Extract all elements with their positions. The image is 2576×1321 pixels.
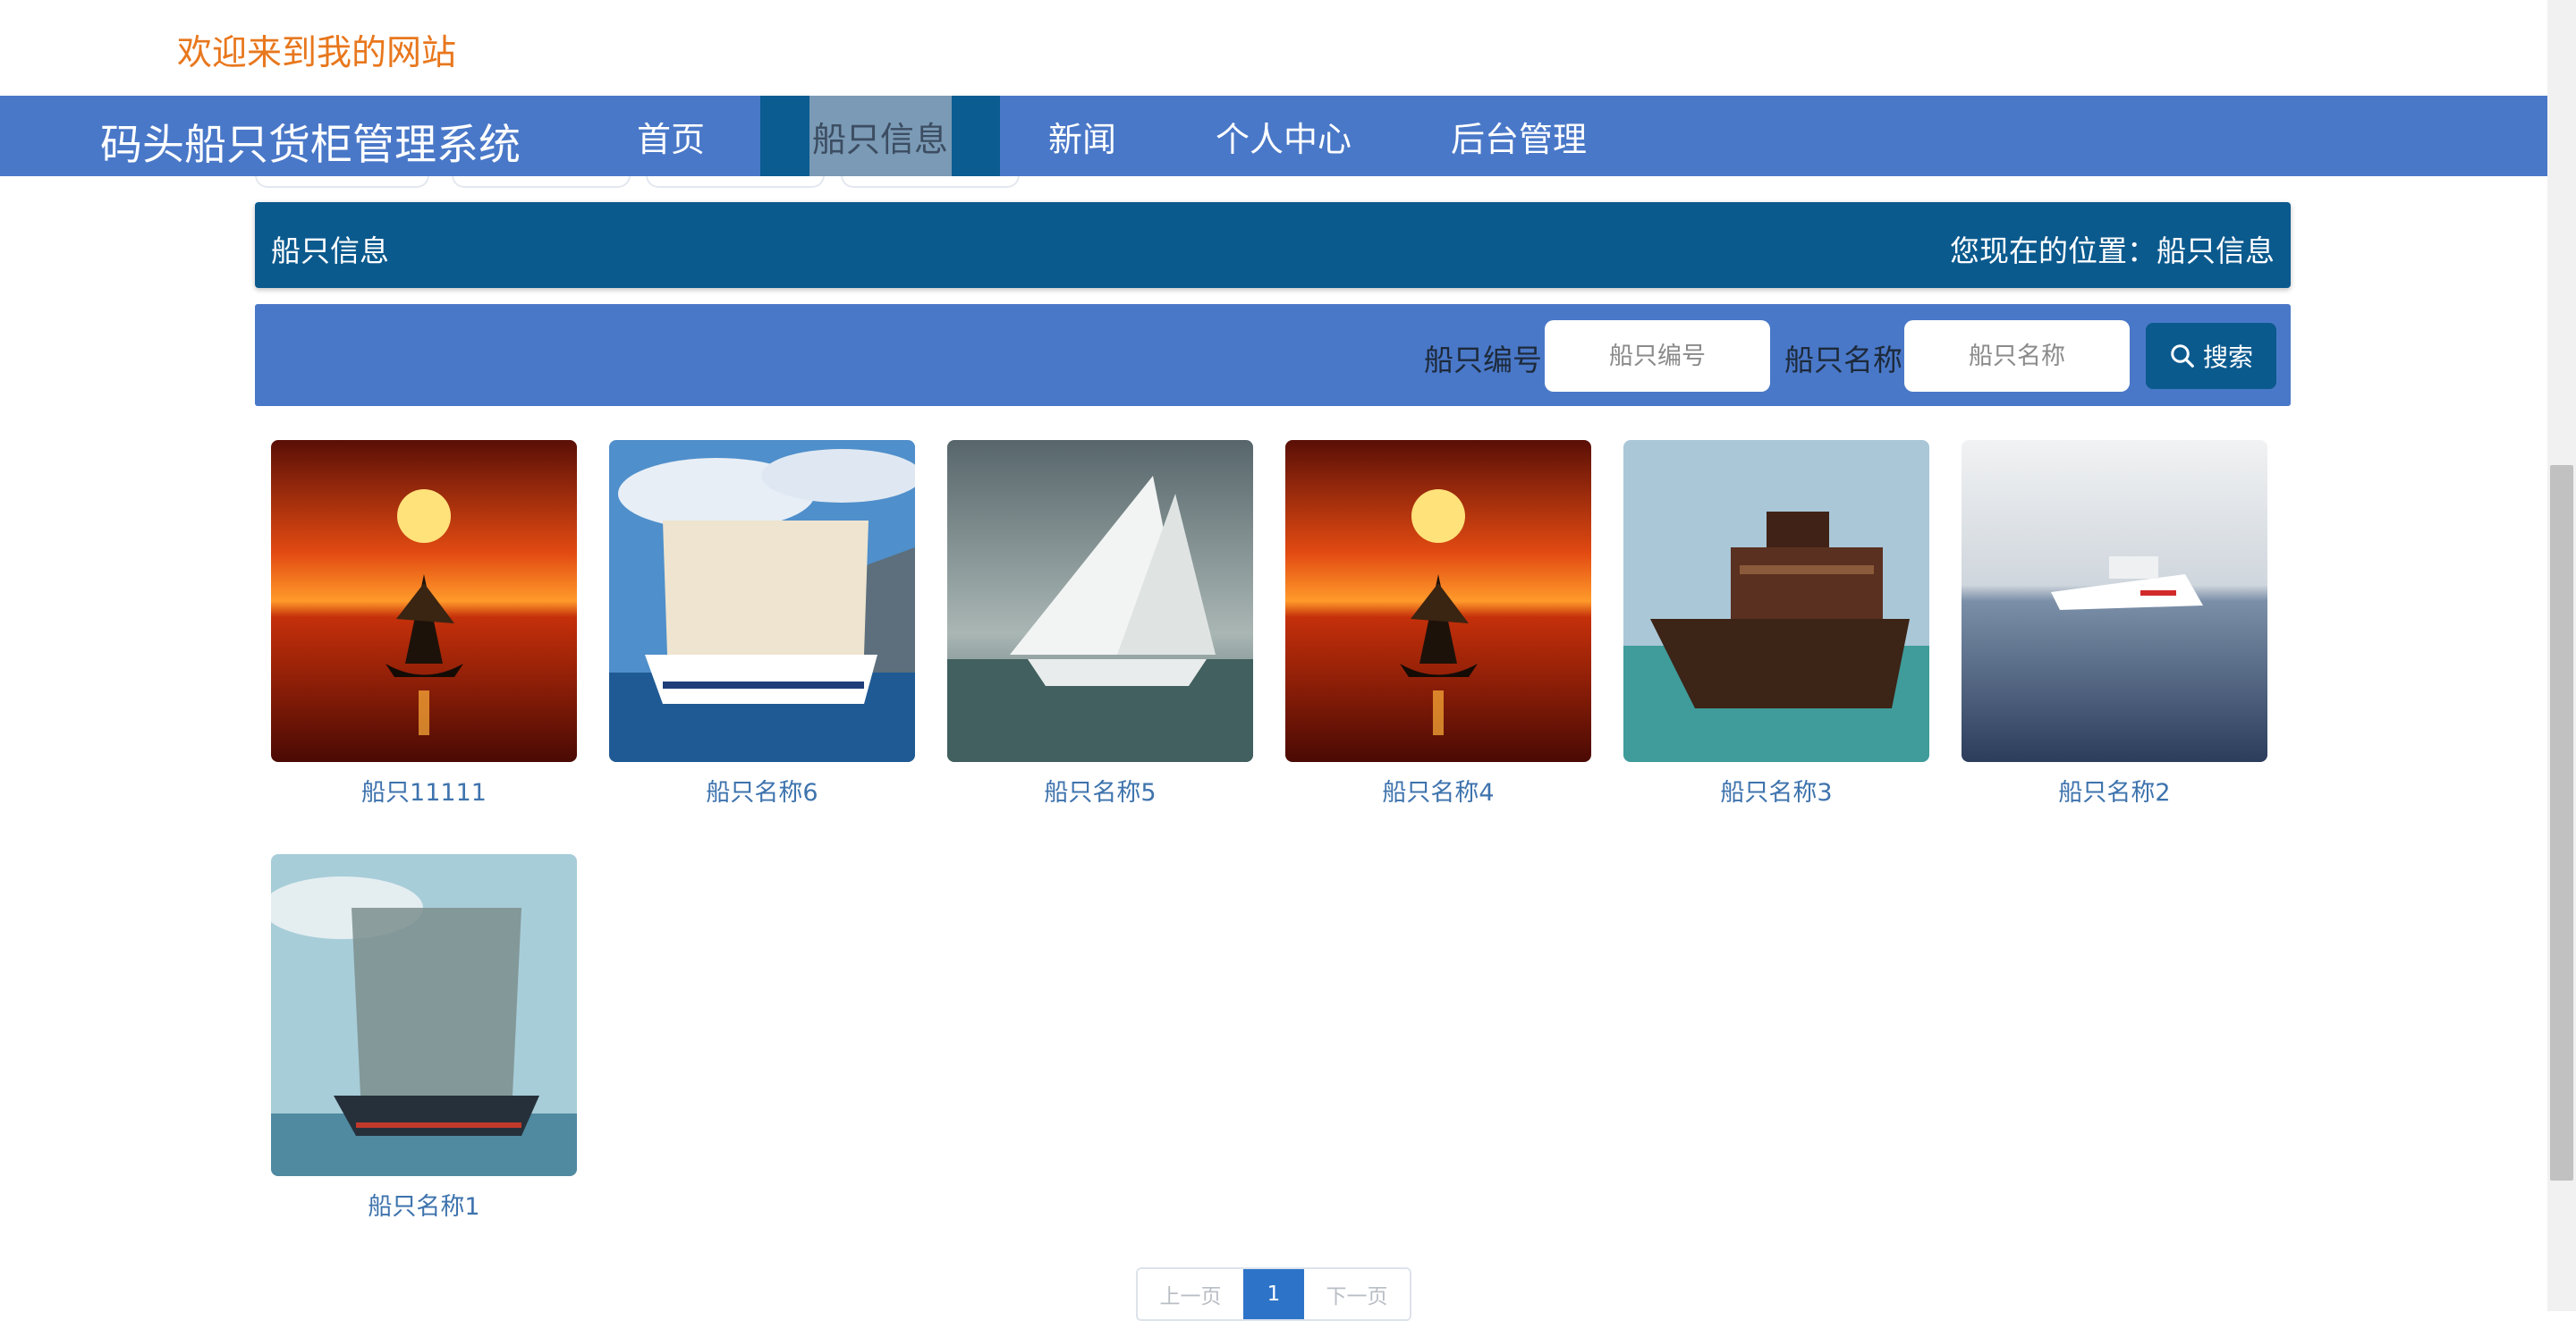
ship-card[interactable]: 船只名称6 bbox=[609, 440, 915, 808]
breadcrumb-location: 您现在的位置：船只信息 bbox=[1950, 233, 2275, 268]
pagination: 上一页 1 下一页 bbox=[1136, 1267, 1411, 1321]
ship-card[interactable]: 船只11111 bbox=[271, 440, 577, 808]
nav-home[interactable]: 首页 bbox=[617, 96, 724, 176]
ship-name[interactable]: 船只名称1 bbox=[271, 1187, 577, 1222]
nav-news[interactable]: 新闻 bbox=[1029, 96, 1136, 176]
ship-name[interactable]: 船只名称6 bbox=[609, 773, 915, 808]
nav-personal-center-label: 个人中心 bbox=[1215, 119, 1352, 159]
ship-name[interactable]: 船只名称2 bbox=[1962, 773, 2267, 808]
tall-ship-blue-sky-image[interactable] bbox=[609, 440, 915, 762]
page-title: 船只信息 bbox=[271, 233, 389, 268]
ship-number-label: 船只编号 bbox=[1424, 343, 1542, 377]
ship-name-label: 船只名称 bbox=[1784, 343, 1902, 377]
ship-card[interactable]: 船只名称5 bbox=[947, 440, 1253, 808]
ship-name[interactable]: 船只11111 bbox=[271, 773, 577, 808]
nav-admin[interactable]: 后台管理 bbox=[1402, 96, 1635, 176]
wooden-boat-image[interactable] bbox=[1623, 440, 1929, 762]
search-icon bbox=[2171, 344, 2194, 368]
breadcrumb-bar: 船只信息 您现在的位置：船只信息 bbox=[255, 202, 2291, 288]
ship-name[interactable]: 船只名称5 bbox=[947, 773, 1253, 808]
old-tall-ship-image[interactable] bbox=[271, 854, 577, 1176]
search-button-label: 搜索 bbox=[2202, 343, 2253, 372]
ship-name-input[interactable] bbox=[1904, 320, 2130, 392]
nav-personal-center[interactable]: 个人中心 bbox=[1167, 96, 1400, 176]
next-page-button[interactable]: 下一页 bbox=[1304, 1269, 1410, 1319]
page-number-button[interactable]: 1 bbox=[1243, 1269, 1304, 1319]
sunset-sailing-ship-image[interactable] bbox=[1285, 440, 1591, 762]
ship-card[interactable]: 船只名称4 bbox=[1285, 440, 1591, 808]
ship-card[interactable]: 船只名称2 bbox=[1962, 440, 2267, 808]
welcome-text: 欢迎来到我的网站 bbox=[177, 33, 457, 73]
welcome-strip: 欢迎来到我的网站 bbox=[0, 0, 2547, 96]
nav-ship-info[interactable]: 船只信息 bbox=[760, 96, 1000, 176]
nav-news-label: 新闻 bbox=[1047, 119, 1116, 159]
search-button[interactable]: 搜索 bbox=[2146, 323, 2276, 389]
ship-number-input[interactable] bbox=[1545, 320, 1770, 392]
nav-ship-info-label: 船只信息 bbox=[811, 119, 948, 159]
main-navbar: 码头船只货柜管理系统 首页 船只信息 新闻 个人中心 后台管理 bbox=[0, 96, 2547, 176]
prev-page-button[interactable]: 上一页 bbox=[1138, 1269, 1243, 1319]
nav-home-label: 首页 bbox=[636, 119, 705, 159]
search-bar: 船只编号 船只名称 搜索 bbox=[255, 304, 2291, 406]
ship-name[interactable]: 船只名称3 bbox=[1623, 773, 1929, 808]
white-sail-ship-image[interactable] bbox=[947, 440, 1253, 762]
nav-admin-label: 后台管理 bbox=[1450, 119, 1587, 159]
site-title: 码头船只货柜管理系统 bbox=[100, 121, 521, 170]
scrollbar-thumb[interactable] bbox=[2550, 465, 2573, 1181]
ship-card[interactable]: 船只名称3 bbox=[1623, 440, 1929, 808]
ship-name[interactable]: 船只名称4 bbox=[1285, 773, 1591, 808]
coast-guard-boat-image[interactable] bbox=[1962, 440, 2267, 762]
sunset-sailing-ship-image[interactable] bbox=[271, 440, 577, 762]
ship-card[interactable]: 船只名称1 bbox=[271, 854, 577, 1222]
